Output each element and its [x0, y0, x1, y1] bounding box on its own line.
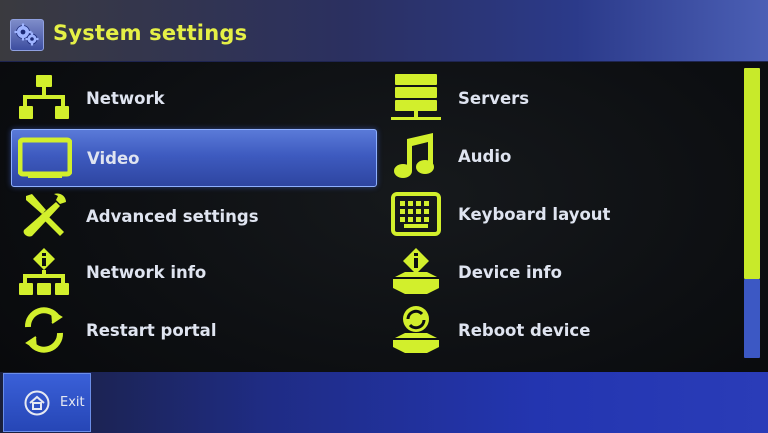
- menu-item-network-info[interactable]: Network info: [16, 243, 376, 301]
- restart-icon: [16, 304, 72, 356]
- menu-item-label: Advanced settings: [86, 206, 259, 226]
- music-note-icon: [388, 130, 444, 182]
- footer-bar: Exit: [0, 372, 768, 433]
- exit-button[interactable]: Exit: [3, 373, 91, 432]
- menu-item-device-info[interactable]: Device info: [388, 243, 728, 301]
- menu-item-audio[interactable]: Audio: [388, 127, 728, 185]
- monitor-icon: [17, 132, 73, 184]
- home-icon: [24, 390, 50, 416]
- menu-item-video[interactable]: Video: [11, 129, 377, 187]
- menu-item-reboot-device[interactable]: Reboot device: [388, 301, 728, 359]
- reboot-icon: [388, 304, 444, 356]
- menu-item-label: Network info: [86, 262, 207, 282]
- menu-item-label: Device info: [458, 262, 562, 282]
- page-title: System settings: [53, 21, 248, 45]
- device-info-icon: [388, 246, 444, 298]
- menu-item-label: Audio: [458, 146, 512, 166]
- menu-item-label: Video: [87, 148, 140, 168]
- menu-item-servers[interactable]: Servers: [388, 69, 728, 127]
- settings-screen: System settings Network Video Advanced s…: [0, 0, 768, 433]
- network-icon: [16, 72, 72, 124]
- menu-item-label: Network: [86, 88, 165, 108]
- scrollbar-track[interactable]: [744, 279, 760, 358]
- tools-icon: [16, 190, 72, 242]
- scrollbar-thumb[interactable]: [744, 68, 760, 279]
- menu-item-label: Keyboard layout: [458, 204, 611, 224]
- servers-icon: [388, 72, 444, 124]
- scrollbar[interactable]: [744, 68, 760, 358]
- exit-label: Exit: [60, 395, 85, 410]
- menu-item-advanced-settings[interactable]: Advanced settings: [16, 187, 376, 245]
- menu-item-label: Reboot device: [458, 320, 591, 340]
- keyboard-icon: [388, 188, 444, 240]
- network-info-icon: [16, 246, 72, 298]
- menu-item-label: Restart portal: [86, 320, 217, 340]
- menu-item-network[interactable]: Network: [16, 69, 376, 127]
- menu-item-restart-portal[interactable]: Restart portal: [16, 301, 376, 359]
- header-bar: System settings: [0, 0, 768, 62]
- gears-icon: [10, 19, 44, 51]
- menu-item-label: Servers: [458, 88, 530, 108]
- menu-item-keyboard-layout[interactable]: Keyboard layout: [388, 185, 728, 243]
